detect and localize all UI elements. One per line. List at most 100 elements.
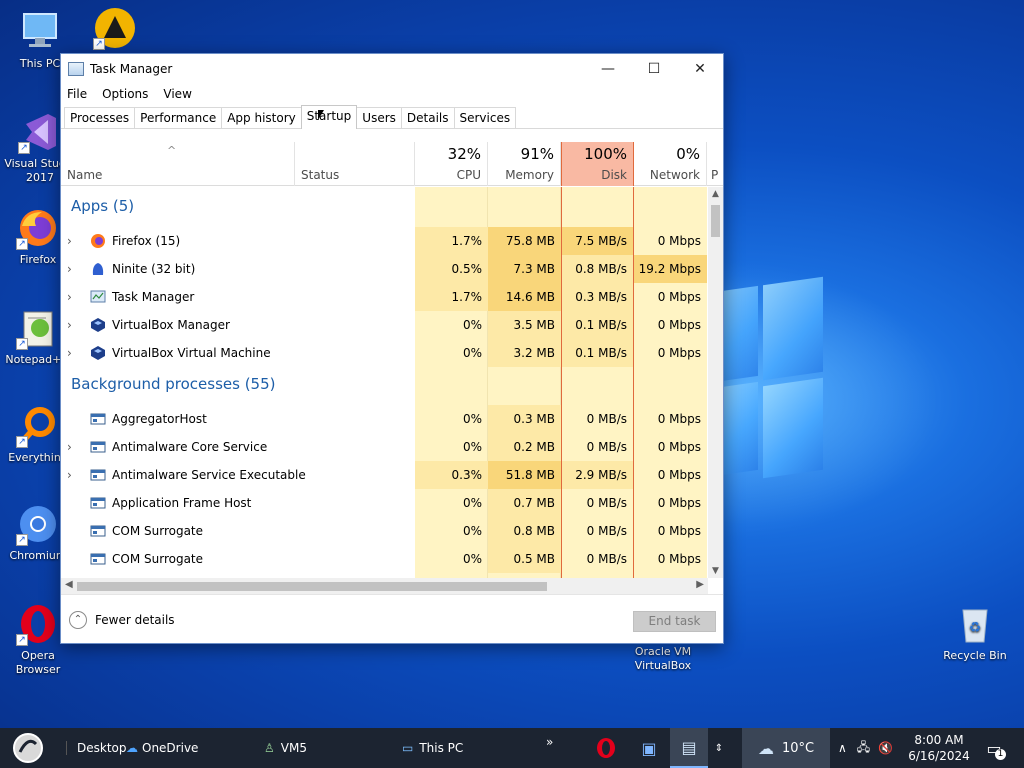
menu-options[interactable]: Options: [102, 87, 155, 101]
disk-cell: 0.8 MB/s: [561, 255, 634, 283]
process-list: Apps (5) › Firefox (15) 1.7% 75.8 MB 7.5 MB/s…: [61, 187, 707, 578]
column-header: ^ Name Status 32% CPU 91% Memory 100% Di…: [61, 142, 723, 186]
process-name: Firefox (15): [112, 234, 181, 248]
tab-details[interactable]: Details: [400, 107, 455, 128]
process-row[interactable]: AggregatorHost 0% 0.3 MB 0 MB/s 0 Mbps: [61, 405, 707, 433]
taskbar-vm5[interactable]: ♙ VM5: [264, 728, 307, 768]
clock[interactable]: 8:00 AM 6/16/2024: [908, 728, 970, 768]
shortcut-arrow-icon: ↗: [16, 436, 28, 448]
chevron-right-icon[interactable]: ›: [67, 468, 81, 482]
title-bar[interactable]: Task Manager — ☐ ✕: [61, 54, 723, 83]
opera-icon: [597, 738, 615, 758]
scroll-left-icon[interactable]: ◀: [65, 579, 73, 590]
fewer-details-button[interactable]: ⌃ Fewer details: [69, 611, 175, 629]
notifications-button[interactable]: ▭ 1: [982, 728, 1006, 768]
taskbar-task-manager[interactable]: ▤: [670, 728, 708, 768]
shortcut-arrow-icon: ↗: [18, 142, 30, 154]
window-title: Task Manager: [90, 61, 173, 76]
menu-view[interactable]: View: [163, 87, 198, 101]
column-power[interactable]: P: [707, 142, 723, 186]
tab-users[interactable]: Users: [356, 107, 402, 128]
column-disk[interactable]: 100% Disk: [561, 142, 634, 186]
process-row[interactable]: › Firefox (15) 1.7% 75.8 MB 7.5 MB/s 0 Mbps: [61, 227, 707, 255]
process-row[interactable]: COM Surrogate 0% 0.5 MB 0 MB/s 0 Mbps: [61, 545, 707, 573]
tab-app-history[interactable]: App history: [221, 107, 302, 128]
group-header-background-processes[interactable]: Background processes (55): [71, 375, 276, 393]
end-task-button[interactable]: End task: [633, 611, 716, 632]
memory-cell: 0.7 MB: [488, 489, 561, 517]
menu-file[interactable]: File: [67, 87, 94, 101]
network-cell: 0 Mbps: [657, 412, 701, 426]
memory-cell: 51.8 MB: [488, 461, 561, 489]
taskbar-virtualbox[interactable]: ▣: [634, 728, 664, 768]
process-row[interactable]: › VirtualBox Virtual Machine 0% 3.2 MB 0.1 M…: [61, 339, 707, 367]
desktop-icon-virtualbox[interactable]: Oracle VM VirtualBox: [624, 645, 702, 673]
volume-muted-icon[interactable]: 🔇: [878, 741, 893, 755]
taskbar-scroll[interactable]: ⇕: [712, 728, 726, 768]
svg-text:♻: ♻: [969, 620, 982, 636]
scroll-down-icon[interactable]: ▼: [708, 566, 723, 576]
close-button[interactable]: ✕: [677, 54, 723, 83]
cpu-cell: 0%: [462, 496, 482, 510]
process-name: COM Surrogate: [112, 552, 204, 566]
taskbar-this-pc[interactable]: ▭ This PC: [402, 728, 463, 768]
network-cell: 0 Mbps: [657, 552, 701, 566]
network-cell: 0 Mbps: [657, 290, 701, 304]
process-row[interactable]: › Ninite (32 bit) 0.5% 7.3 MB 0.8 MB/s 19.2 M…: [61, 255, 707, 283]
minimize-button[interactable]: —: [585, 54, 631, 83]
process-name-cell: COM Surrogate: [61, 545, 203, 573]
maximize-button[interactable]: ☐: [631, 54, 677, 83]
column-name[interactable]: ^ Name: [61, 142, 295, 186]
chevron-right-icon[interactable]: ›: [67, 318, 81, 332]
service-window-icon: [90, 411, 106, 427]
start-button[interactable]: [8, 728, 48, 768]
chevron-right-icon[interactable]: ›: [67, 290, 81, 304]
network-icon[interactable]: 🖧: [857, 738, 870, 759]
group-header-apps[interactable]: Apps (5): [71, 197, 134, 215]
task-manager-icon: ▤: [681, 737, 697, 757]
taskbar-overflow[interactable]: »: [546, 722, 553, 762]
taskbar-opera[interactable]: [592, 728, 620, 768]
disk-cell: 0.1 MB/s: [561, 339, 634, 367]
taskbar-onedrive[interactable]: ☁ OneDrive: [126, 728, 198, 768]
tab-startup[interactable]: Startup: [300, 105, 358, 129]
taskbar-desktop[interactable]: Desktop: [66, 728, 127, 768]
chevron-right-icon[interactable]: ›: [67, 234, 81, 248]
service-window-icon: [90, 495, 106, 511]
desktop-icon-aimp[interactable]: ↗: [80, 6, 150, 53]
notepad-plus-icon: ↗: [16, 306, 60, 350]
process-row[interactable]: Application Frame Host 0% 0.7 MB 0 MB/s 0 Mb…: [61, 489, 707, 517]
column-network[interactable]: 0% Network: [634, 142, 707, 186]
mouse-cursor-icon: [318, 110, 324, 120]
disk-cell: 0 MB/s: [561, 517, 634, 545]
horizontal-scroll-thumb[interactable]: [77, 582, 547, 591]
chevron-right-icon[interactable]: ›: [67, 346, 81, 360]
chevron-right-icon[interactable]: ›: [67, 440, 81, 454]
shortcut-arrow-icon: ↗: [16, 238, 28, 250]
scroll-up-icon[interactable]: ▲: [708, 189, 723, 199]
chevron-up-icon[interactable]: ∧: [838, 741, 847, 755]
process-row[interactable]: COM Surrogate 0% 0.8 MB 0 MB/s 0 Mbps: [61, 517, 707, 545]
process-row[interactable]: › Antimalware Core Service 0% 0.2 MB 0 MB/s 0…: [61, 433, 707, 461]
network-cell: 0 Mbps: [657, 440, 701, 454]
process-row[interactable]: › Antimalware Service Executable 0.3% 51.8 …: [61, 461, 707, 489]
tab-processes[interactable]: Processes: [64, 107, 136, 128]
disk-cell: 0 MB/s: [561, 433, 634, 461]
chevron-right-icon[interactable]: ›: [67, 262, 81, 276]
process-row[interactable]: › VirtualBox Manager 0% 3.5 MB 0.1 MB/s 0 Mbp…: [61, 311, 707, 339]
process-row[interactable]: › Task Manager 1.7% 14.6 MB 0.3 MB/s 0 Mbps: [61, 283, 707, 311]
process-name: COM Surrogate: [112, 524, 204, 538]
system-tray: ∧ 🖧 🔇: [838, 728, 893, 768]
column-status[interactable]: Status: [295, 142, 415, 186]
vertical-scroll-thumb[interactable]: [711, 205, 720, 237]
desktop-icon-recycle-bin[interactable]: ♻ Recycle Bin: [937, 602, 1013, 663]
weather-widget[interactable]: ☁ 10°C: [742, 728, 830, 768]
tab-performance[interactable]: Performance: [134, 107, 223, 128]
scroll-right-icon[interactable]: ▶: [696, 579, 704, 590]
column-cpu[interactable]: 32% CPU: [415, 142, 488, 186]
vertical-scrollbar[interactable]: ▲ ▼: [708, 187, 723, 578]
column-memory[interactable]: 91% Memory: [488, 142, 561, 186]
tab-services[interactable]: Services: [453, 107, 517, 128]
horizontal-scrollbar[interactable]: ◀ ▶: [61, 578, 708, 594]
memory-cell: 7.3 MB: [488, 255, 561, 283]
